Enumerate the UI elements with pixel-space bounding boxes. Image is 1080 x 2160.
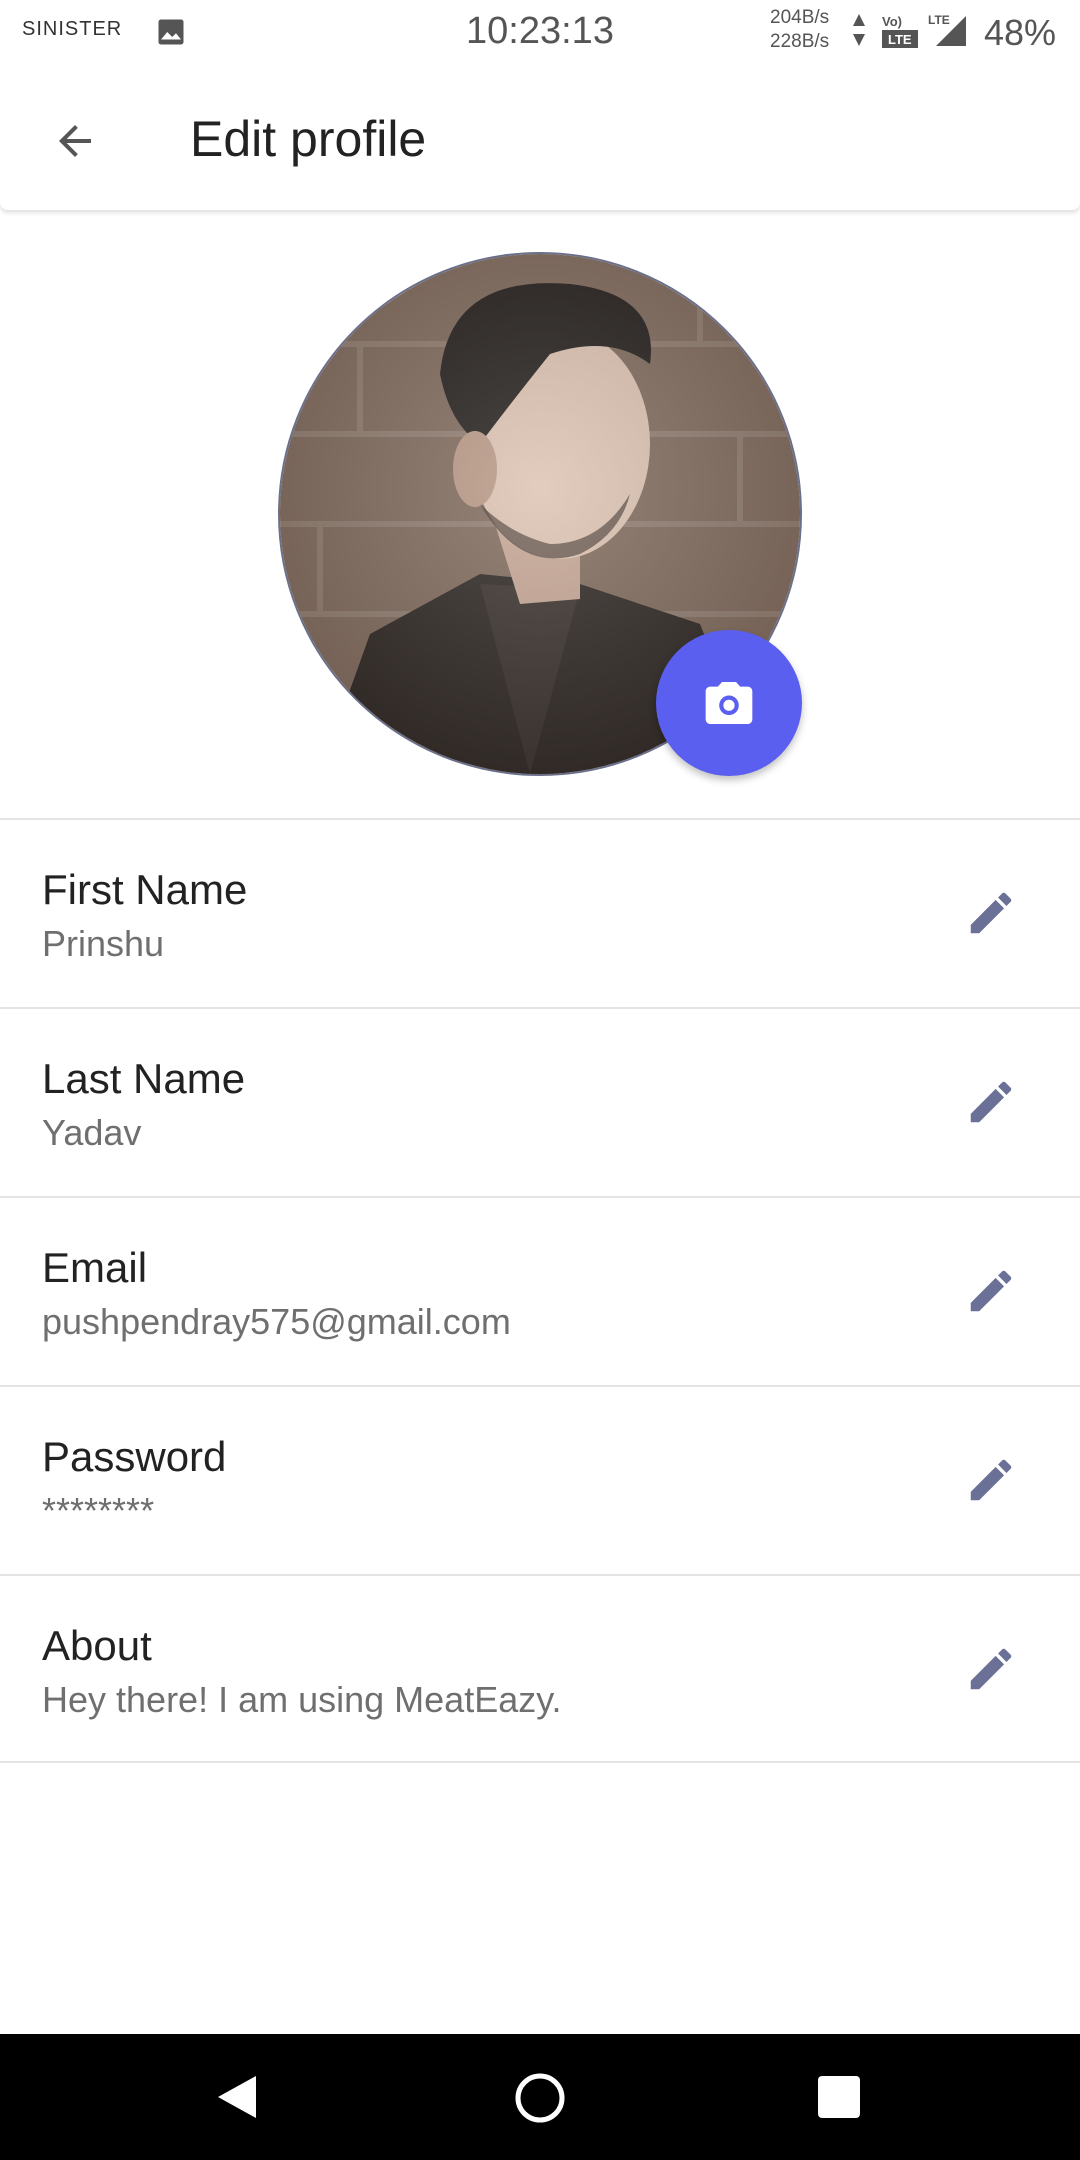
nav-recents-icon[interactable]	[818, 2076, 860, 2118]
field-label: Last Name	[42, 1055, 246, 1102]
svg-text:LTE: LTE	[888, 32, 912, 47]
edit-password-button[interactable]	[956, 1445, 1026, 1515]
pencil-icon	[970, 1459, 1012, 1501]
field-value: Prinshu	[42, 923, 165, 964]
edit-email-button[interactable]	[956, 1256, 1026, 1326]
field-label: Email	[42, 1244, 148, 1291]
field-value: ********	[42, 1490, 155, 1531]
pencil-icon	[970, 892, 1012, 934]
field-password[interactable]: Password ********	[0, 1385, 1080, 1574]
back-button[interactable]	[40, 106, 110, 176]
field-label: About	[42, 1622, 152, 1669]
upload-speed: 204B/s	[770, 7, 830, 28]
data-activity-icon	[853, 14, 865, 46]
app-bar: Edit profile	[0, 66, 1080, 210]
field-first-name[interactable]: First Name Prinshu	[0, 818, 1080, 1007]
profile-fields-list: First Name Prinshu Last Name Yadav Email…	[0, 818, 1080, 1763]
field-about[interactable]: About Hey there! I am using MeatEazy.	[0, 1574, 1080, 1763]
field-last-name[interactable]: Last Name Yadav	[0, 1007, 1080, 1196]
camera-icon	[705, 682, 753, 724]
field-label: Password	[42, 1433, 227, 1480]
page-title: Edit profile	[190, 111, 427, 167]
nav-home-icon[interactable]	[514, 2072, 566, 2124]
field-label: First Name	[42, 866, 248, 913]
pencil-icon	[970, 1081, 1012, 1123]
network-speed: 204B/s 228B/s	[770, 6, 829, 54]
volte-icon: Vo) LTE	[882, 14, 918, 48]
signal-strength-icon: LTE	[928, 13, 966, 46]
svg-text:Vo): Vo)	[882, 14, 902, 29]
download-speed: 228B/s	[770, 31, 830, 52]
status-bar: SINISTER 10:23:13 204B/s 228B/s Vo) LTE …	[0, 0, 1080, 66]
edit-last-name-button[interactable]	[956, 1067, 1026, 1137]
change-photo-button[interactable]	[656, 630, 802, 776]
svg-text:LTE: LTE	[928, 13, 950, 27]
pencil-icon	[970, 1648, 1012, 1690]
pencil-icon	[970, 1270, 1012, 1312]
field-value: Hey there! I am using MeatEazy.	[42, 1679, 562, 1720]
nav-back-icon[interactable]	[212, 2072, 262, 2122]
edit-about-button[interactable]	[956, 1634, 1026, 1704]
edit-first-name-button[interactable]	[956, 878, 1026, 948]
arrow-left-icon	[59, 125, 91, 157]
system-nav-bar	[0, 2034, 1080, 2160]
battery-level: 48%	[984, 12, 1057, 53]
profile-photo-section	[278, 252, 802, 776]
field-email[interactable]: Email pushpendray575@gmail.com	[0, 1196, 1080, 1385]
field-value: Yadav	[42, 1112, 142, 1153]
field-value: pushpendray575@gmail.com	[42, 1301, 511, 1342]
